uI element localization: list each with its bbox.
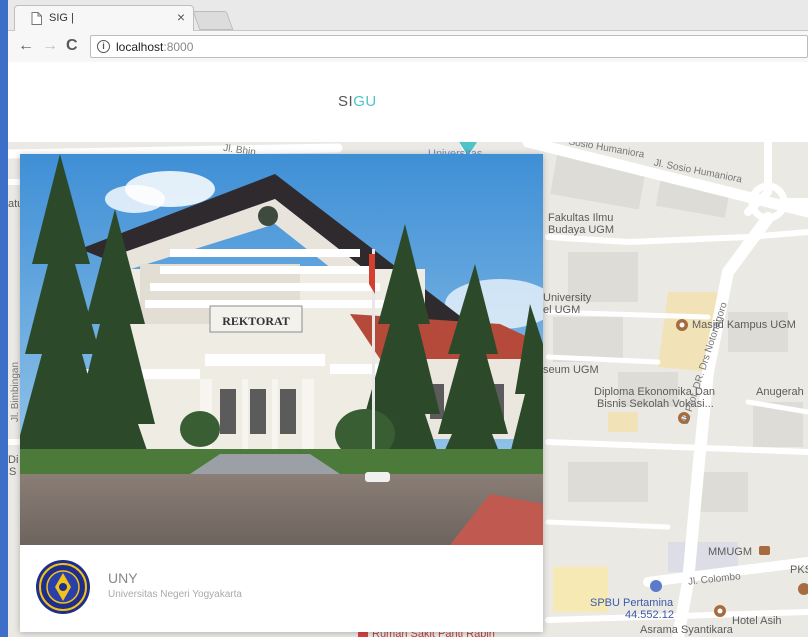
map-label: S bbox=[9, 466, 17, 478]
forward-arrow-icon[interactable]: → bbox=[42, 37, 58, 55]
map-label: Asrama Syantikara bbox=[640, 624, 733, 636]
page-content: SIGU Jl. Bhin Sosio Humaniora Jl. Sosio … bbox=[8, 62, 808, 637]
map-label: SPBU Pertamina bbox=[590, 597, 674, 609]
site-brand[interactable]: SIGU bbox=[338, 93, 377, 110]
place-subtitle: Universitas Negeri Yogyakarta bbox=[108, 589, 242, 600]
map-label: Hotel Asih bbox=[732, 615, 782, 627]
rektorat-building-image: REKTORAT bbox=[20, 154, 543, 545]
info-icon[interactable]: i bbox=[97, 40, 110, 53]
map-label: seum UGM bbox=[543, 364, 599, 376]
place-photo: REKTORAT bbox=[20, 154, 543, 545]
uny-logo-icon bbox=[36, 560, 90, 614]
site-header: SIGU bbox=[8, 62, 808, 142]
map-label: University bbox=[543, 292, 592, 304]
map-label: PKS bbox=[790, 564, 808, 576]
page-icon bbox=[31, 12, 42, 25]
browser-toolbar: ← → C i localhost:8000 bbox=[8, 31, 808, 62]
browser-chrome: SIG | × ← → C i localhost:8000 bbox=[8, 0, 808, 62]
place-title: UNY bbox=[108, 570, 138, 586]
fuel-poi-icon bbox=[650, 580, 662, 592]
new-tab-button[interactable] bbox=[192, 11, 234, 30]
url-text[interactable]: localhost:8000 bbox=[116, 40, 193, 54]
map-label: MMUGM bbox=[708, 546, 752, 558]
map-label: Masjid Kampus UGM bbox=[692, 319, 796, 331]
back-arrow-icon[interactable]: ← bbox=[18, 37, 34, 55]
map-label: Fakultas Ilmu bbox=[548, 212, 614, 224]
rektorat-sign: REKTORAT bbox=[222, 314, 290, 328]
tab-close-icon[interactable]: × bbox=[177, 9, 185, 25]
map-label: Di bbox=[8, 454, 19, 466]
map-label: Budaya UGM bbox=[548, 224, 615, 236]
map-label: el UGM bbox=[543, 304, 581, 316]
address-bar[interactable]: i localhost:8000 bbox=[90, 35, 808, 58]
browser-tab[interactable]: SIG | × bbox=[14, 5, 194, 31]
tab-strip: SIG | × bbox=[8, 0, 808, 31]
reload-icon[interactable]: C bbox=[66, 37, 78, 55]
place-info-card[interactable]: REKTORAT UNY Universitas Negeri Yogyakar… bbox=[20, 154, 543, 632]
hotel-poi-icon bbox=[759, 546, 770, 555]
map-label: 44.552.12 bbox=[625, 609, 674, 621]
card-footer: UNY Universitas Negeri Yogyakarta bbox=[20, 545, 543, 632]
map-label: Anugerah bbox=[756, 386, 804, 398]
tab-title: SIG | bbox=[49, 12, 74, 24]
